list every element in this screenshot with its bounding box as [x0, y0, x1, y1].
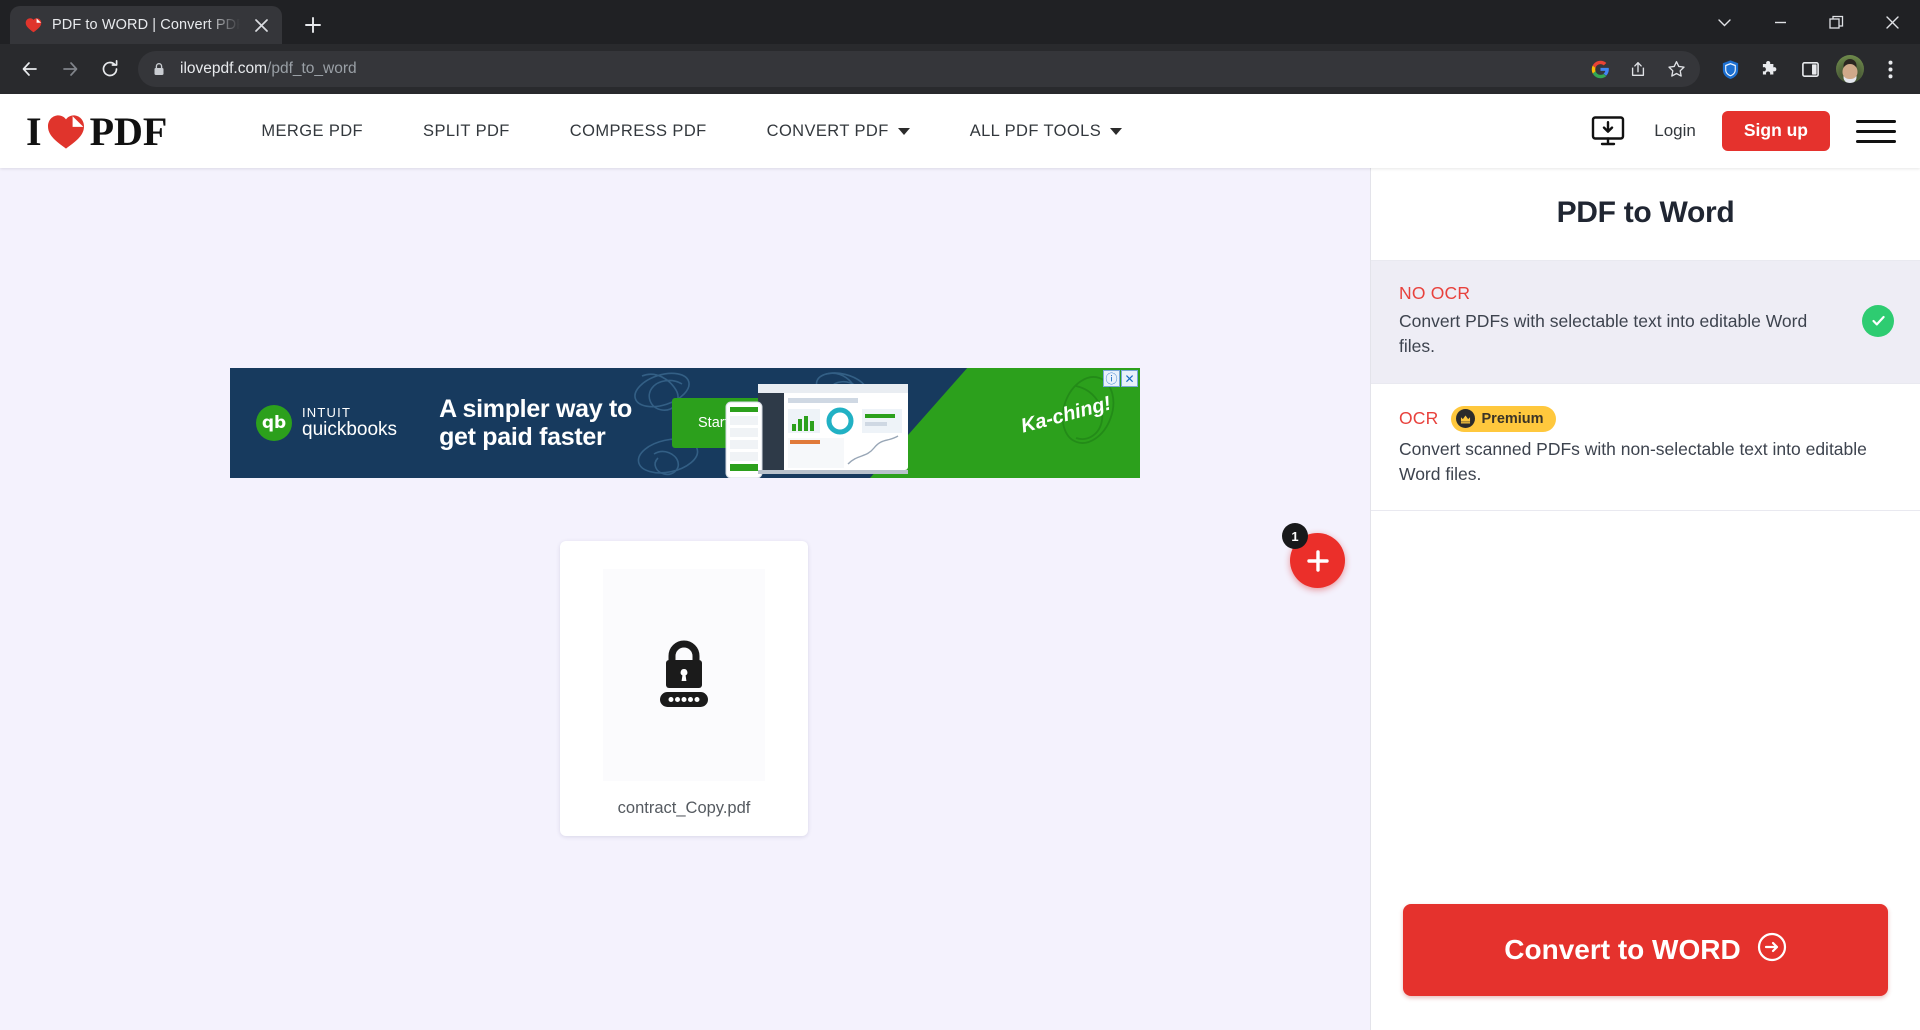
option-label: NO OCR [1399, 283, 1470, 304]
option-header: OCR Premium [1399, 406, 1894, 432]
tab-search-button[interactable] [1696, 0, 1752, 44]
nav-item-merge-pdf[interactable]: MERGE PDF [231, 122, 393, 141]
close-window-button[interactable] [1864, 0, 1920, 44]
ad-info-icon[interactable]: ⓘ [1103, 370, 1120, 387]
nav-item-convert-pdf[interactable]: CONVERT PDF [737, 122, 940, 141]
premium-label: Premium [1482, 411, 1544, 427]
option-body: OCR Premium Con [1399, 406, 1894, 487]
url-path: /pdf_to_word [267, 60, 357, 77]
nav-item-compress-pdf[interactable]: COMPRESS PDF [540, 122, 737, 141]
nav-label: MERGE PDF [261, 122, 363, 141]
option-label: OCR [1399, 408, 1439, 429]
zenmate-shield-icon[interactable] [1712, 51, 1748, 87]
nav-item-all-pdf-tools[interactable]: ALL PDF TOOLS [940, 122, 1152, 141]
file-workspace: qb INTUIT quickbooks A simpler way to ge… [0, 168, 1370, 1030]
header-actions: Login Sign up [1588, 111, 1896, 151]
advertisement-banner[interactable]: qb INTUIT quickbooks A simpler way to ge… [230, 368, 1140, 478]
nav-label: COMPRESS PDF [570, 122, 707, 141]
nav-label: SPLIT PDF [423, 122, 510, 141]
option-description: Convert scanned PDFs with non-selectable… [1399, 437, 1894, 487]
option-no-ocr[interactable]: NO OCR Convert PDFs with selectable text… [1371, 260, 1920, 383]
ad-product-screenshot [720, 378, 930, 478]
address-bar[interactable]: ilovepdf.com/pdf_to_word [138, 51, 1700, 87]
browser-toolbar: ilovepdf.com/pdf_to_word [0, 44, 1920, 94]
convert-to-word-button[interactable]: Convert to WORD [1403, 904, 1888, 996]
chevron-down-icon [1110, 128, 1122, 135]
close-tab-icon[interactable] [250, 14, 272, 36]
option-description: Convert PDFs with selectable text into e… [1399, 309, 1846, 359]
maximize-button[interactable] [1808, 0, 1864, 44]
url-domain: ilovepdf.com [180, 60, 267, 77]
login-link[interactable]: Login [1654, 121, 1696, 141]
tab-strip: PDF to WORD | Convert PDF to W [0, 0, 1920, 44]
option-body: NO OCR Convert PDFs with selectable text… [1399, 283, 1846, 359]
option-header: NO OCR [1399, 283, 1846, 304]
add-file-control: 1 [1282, 523, 1362, 603]
hamburger-menu-icon[interactable] [1856, 115, 1896, 147]
file-card[interactable]: contract_Copy.pdf [560, 541, 808, 836]
page-body: qb INTUIT quickbooks A simpler way to ge… [0, 168, 1920, 1030]
extensions-puzzle-icon[interactable] [1752, 51, 1788, 87]
site-header: I PDF MERGE PDF SPLIT PDF COMPRESS P [0, 94, 1920, 168]
panel-spacer [1371, 510, 1920, 904]
back-button[interactable] [12, 51, 48, 87]
chevron-down-icon [898, 128, 910, 135]
tool-options-panel: PDF to Word NO OCR Convert PDFs with sel… [1370, 168, 1920, 1030]
arrow-circle-right-icon [1757, 932, 1787, 969]
premium-badge[interactable]: Premium [1451, 406, 1556, 432]
ad-headline-line2: get paid faster [439, 423, 632, 451]
file-name-label: contract_Copy.pdf [618, 799, 751, 818]
option-ocr[interactable]: OCR Premium Con [1371, 383, 1920, 511]
ad-headline: A simpler way to get paid faster [439, 395, 632, 451]
ad-headline-line1: A simpler way to [439, 395, 632, 423]
forward-button[interactable] [52, 51, 88, 87]
nav-item-split-pdf[interactable]: SPLIT PDF [393, 122, 540, 141]
sidebar-panel-icon[interactable] [1792, 51, 1828, 87]
qb-mark-icon: qb [256, 405, 292, 441]
panel-title: PDF to Word [1371, 168, 1920, 260]
ad-content: qb INTUIT quickbooks A simpler way to ge… [230, 368, 1140, 478]
tab-title: PDF to WORD | Convert PDF to W [52, 17, 240, 33]
heart-logo-icon [45, 111, 87, 151]
address-bar-url: ilovepdf.com/pdf_to_word [180, 60, 357, 78]
file-count-badge: 1 [1282, 523, 1308, 549]
crown-icon [1456, 409, 1475, 428]
logo-prefix: I [26, 108, 42, 155]
quickbooks-logo: qb INTUIT quickbooks [256, 405, 397, 441]
check-circle-icon [1862, 305, 1894, 337]
page-viewport: I PDF MERGE PDF SPLIT PDF COMPRESS P [0, 94, 1920, 1030]
google-icon[interactable] [1582, 51, 1618, 87]
share-icon[interactable] [1620, 51, 1656, 87]
convert-button-label: Convert to WORD [1504, 934, 1740, 966]
new-tab-button[interactable] [296, 8, 330, 42]
bookmark-star-icon[interactable] [1658, 51, 1694, 87]
profile-avatar[interactable] [1832, 51, 1868, 87]
file-thumbnail [603, 569, 765, 781]
ilovepdf-heart-favicon [24, 16, 42, 34]
ad-choices-controls: ⓘ ✕ [1103, 370, 1138, 387]
ilovepdf-logo[interactable]: I PDF [26, 108, 183, 155]
signup-button[interactable]: Sign up [1722, 111, 1830, 151]
logo-suffix: PDF [90, 108, 168, 155]
minimize-button[interactable] [1752, 0, 1808, 44]
site-security-lock-icon[interactable] [152, 61, 168, 77]
browser-tab[interactable]: PDF to WORD | Convert PDF to W [10, 6, 282, 44]
browser-window: PDF to WORD | Convert PDF to W [0, 0, 1920, 1030]
ad-close-icon[interactable]: ✕ [1121, 370, 1138, 387]
locked-pdf-padlock-icon [652, 638, 716, 713]
nav-label: ALL PDF TOOLS [970, 122, 1101, 141]
omnibox-actions [1582, 51, 1694, 87]
download-desktop-app-icon[interactable] [1588, 114, 1628, 148]
chrome-menu-icon[interactable] [1872, 51, 1908, 87]
reload-button[interactable] [92, 51, 128, 87]
window-controls [1696, 0, 1920, 44]
panel-footer: Convert to WORD [1371, 904, 1920, 1030]
ad-brand-top: INTUIT [302, 406, 397, 420]
main-navigation: MERGE PDF SPLIT PDF COMPRESS PDF CONVERT… [231, 122, 1152, 141]
nav-label: CONVERT PDF [767, 122, 889, 141]
ad-brand-bottom: quickbooks [302, 420, 397, 441]
